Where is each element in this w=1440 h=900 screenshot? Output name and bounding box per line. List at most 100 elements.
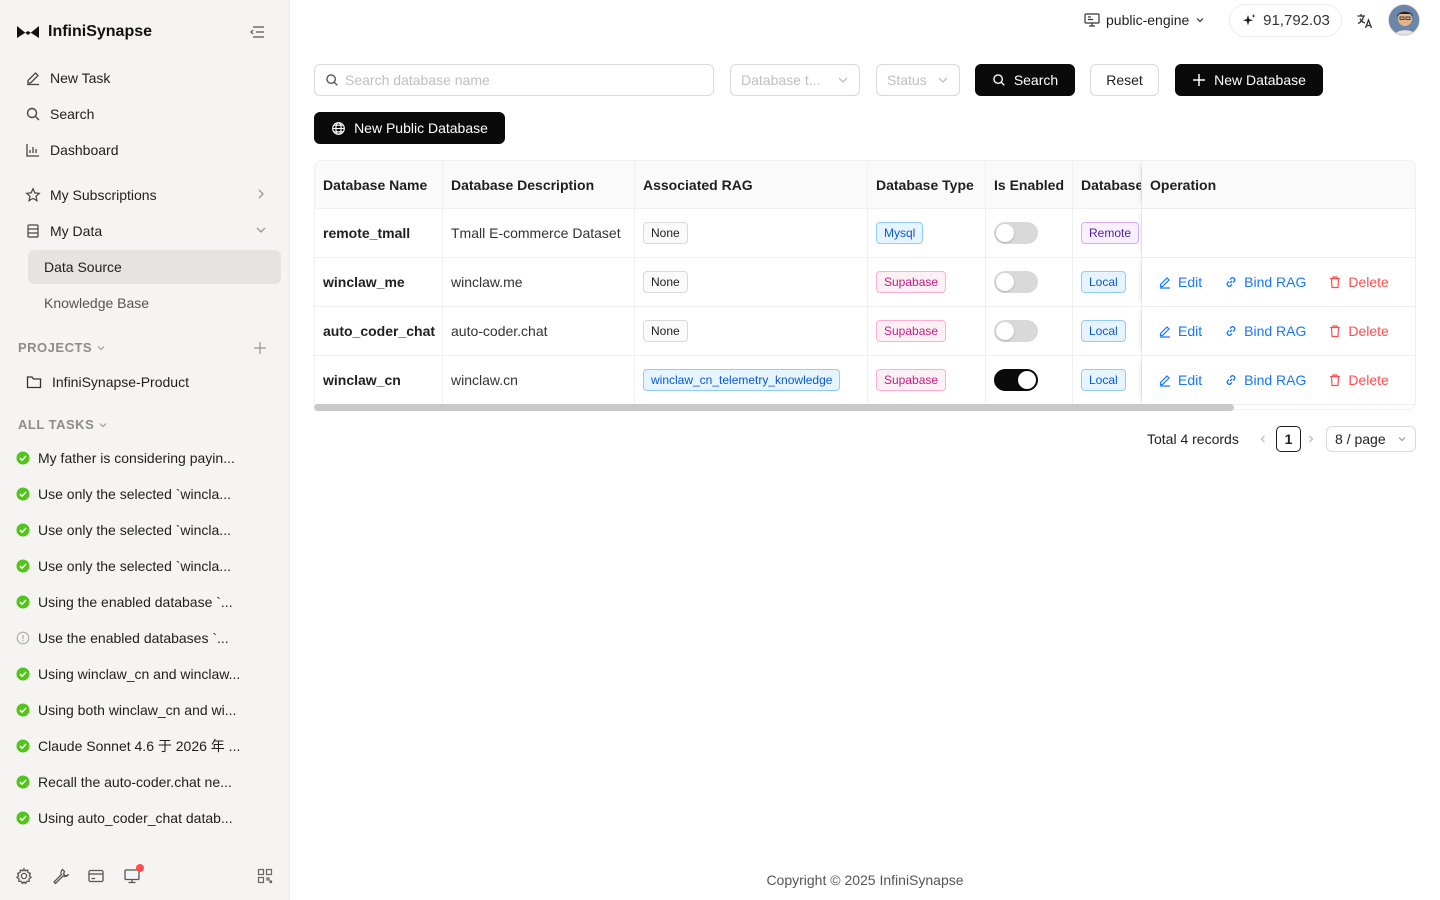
nav-my-data[interactable]: My Data: [16, 214, 281, 248]
enabled-toggle[interactable]: [994, 271, 1038, 293]
pagination-next-icon[interactable]: [1306, 426, 1320, 452]
page-size-label: 8 / page: [1335, 431, 1386, 447]
cell-database-source: Local: [1073, 258, 1142, 306]
status-select[interactable]: Status: [876, 64, 960, 96]
notification-dot: [136, 864, 144, 872]
task-item[interactable]: Using auto_coder_chat datab...: [16, 803, 276, 833]
nav-data-source[interactable]: Data Source: [28, 250, 281, 284]
task-label: Recall the auto-coder.chat ne...: [38, 774, 232, 790]
page-size-select[interactable]: 8 / page: [1326, 426, 1416, 452]
task-item[interactable]: My father is considering payin...: [16, 443, 276, 473]
table-row: remote_tmall Tmall E-commerce Dataset None…: [315, 209, 1415, 258]
task-label: Using the enabled database `...: [38, 594, 233, 610]
task-label: Use only the selected `wincla...: [38, 558, 231, 574]
projects-header[interactable]: PROJECTS: [18, 340, 106, 355]
header-is-enabled[interactable]: Is Enabled: [986, 161, 1073, 208]
settings-icon[interactable]: [15, 867, 33, 885]
task-item[interactable]: Use only the selected `wincla...: [16, 551, 276, 581]
task-item[interactable]: Use the enabled databases `...: [16, 623, 276, 653]
link-icon: [1226, 326, 1236, 336]
collapse-sidebar-icon[interactable]: [248, 24, 266, 40]
edit-icon: [1159, 277, 1170, 289]
delete-button[interactable]: Delete: [1328, 323, 1389, 339]
billing-card-icon[interactable]: [87, 867, 105, 885]
task-item[interactable]: Use only the selected `wincla...: [16, 515, 276, 545]
horizontal-scrollbar[interactable]: [314, 404, 1234, 411]
task-item[interactable]: Using the enabled database `...: [16, 587, 276, 617]
nav-knowledge-base[interactable]: Knowledge Base: [28, 286, 281, 320]
edit-button[interactable]: Edit: [1158, 323, 1202, 339]
new-public-database-label: New Public Database: [354, 120, 488, 136]
bind-rag-button[interactable]: Bind RAG: [1224, 372, 1306, 388]
credits-badge[interactable]: 91,792.03: [1229, 4, 1342, 37]
engine-selector[interactable]: public-engine: [1084, 8, 1205, 32]
table-header-row: Database Name Database Description Assoc…: [315, 161, 1415, 209]
enabled-toggle[interactable]: [994, 320, 1038, 342]
tools-icon[interactable]: [51, 867, 69, 885]
cell-database-type: Mysql: [868, 209, 986, 257]
search-database-input[interactable]: [314, 64, 714, 96]
cell-operation: [1142, 209, 1415, 257]
cell-associated-rag: None: [635, 209, 868, 257]
database-type-tag: Supabase: [876, 369, 947, 391]
edit-button[interactable]: Edit: [1158, 372, 1202, 388]
chevron-down-icon: [256, 227, 266, 233]
header-database-name[interactable]: Database Name: [315, 161, 443, 208]
database-type-select[interactable]: Database t...: [730, 64, 860, 96]
brand[interactable]: InfiniSynapse: [16, 20, 152, 44]
bind-rag-button[interactable]: Bind RAG: [1224, 323, 1306, 339]
task-item[interactable]: Claude Sonnet 4.6 于 2026 年 ...: [16, 731, 276, 761]
bind-rag-button[interactable]: Bind RAG: [1224, 274, 1306, 290]
add-project-icon[interactable]: [252, 340, 268, 356]
cell-operation: Edit Bind RAG Delete: [1142, 356, 1415, 404]
check-circle-icon: [16, 811, 30, 825]
footer-copyright: Copyright © 2025 InfiniSynapse: [766, 872, 964, 888]
pagination-prev-icon[interactable]: [1258, 426, 1272, 452]
translate-icon[interactable]: [1356, 12, 1374, 30]
nav-search[interactable]: Search: [16, 97, 281, 131]
enabled-toggle[interactable]: [994, 222, 1038, 244]
sidebar: InfiniSynapse New Task Search Dashboard …: [0, 0, 290, 900]
header-database-type[interactable]: Database Type: [868, 161, 986, 208]
header-database-description[interactable]: Database Description: [443, 161, 635, 208]
nav-dashboard[interactable]: Dashboard: [16, 133, 281, 167]
database-source-tag: Remote: [1081, 222, 1140, 244]
delete-button[interactable]: Delete: [1328, 372, 1389, 388]
search-icon: [326, 74, 338, 86]
rag-tag: winclaw_cn_telemetry_knowledge: [643, 369, 841, 391]
search-button[interactable]: Search: [975, 64, 1075, 96]
search-icon: [993, 74, 1005, 86]
task-label: Use only the selected `wincla...: [38, 522, 231, 538]
delete-button[interactable]: Delete: [1328, 274, 1389, 290]
task-item[interactable]: Use only the selected `wincla...: [16, 479, 276, 509]
sparkle-icon: [1243, 13, 1256, 25]
project-item[interactable]: InfiniSynapse-Product: [26, 367, 281, 397]
check-circle-icon: [16, 451, 30, 465]
task-item[interactable]: Using winclaw_cn and winclaw...: [16, 659, 276, 689]
database-source-tag: Local: [1081, 271, 1126, 293]
qrcode-icon[interactable]: [256, 867, 274, 885]
header-associated-rag[interactable]: Associated RAG: [635, 161, 868, 208]
user-avatar[interactable]: [1388, 4, 1420, 36]
pagination-page-1[interactable]: 1: [1276, 426, 1301, 452]
cell-is-enabled: [986, 356, 1073, 404]
chevron-down-icon: [97, 345, 105, 350]
new-database-button[interactable]: New Database: [1175, 64, 1323, 96]
task-item[interactable]: Recall the auto-coder.chat ne...: [16, 767, 276, 797]
database-table: Database Name Database Description Assoc…: [314, 160, 1416, 410]
cell-is-enabled: [986, 307, 1073, 355]
edit-icon: [1159, 375, 1170, 387]
cell-database-name: winclaw_me: [315, 258, 443, 306]
nav-my-subscriptions[interactable]: My Subscriptions: [16, 178, 281, 212]
nav-new-task[interactable]: New Task: [16, 61, 281, 95]
new-public-database-button[interactable]: New Public Database: [314, 112, 505, 144]
header-database-source[interactable]: Database: [1073, 161, 1142, 208]
all-tasks-header[interactable]: ALL TASKS: [18, 417, 108, 432]
search-input[interactable]: [345, 72, 713, 88]
rag-tag: None: [643, 271, 688, 293]
task-item[interactable]: Using both winclaw_cn and wi...: [16, 695, 276, 725]
edit-button[interactable]: Edit: [1158, 274, 1202, 290]
reset-button[interactable]: Reset: [1090, 64, 1159, 96]
enabled-toggle[interactable]: [994, 369, 1038, 391]
sidebar-bottom-bar: [0, 862, 290, 890]
